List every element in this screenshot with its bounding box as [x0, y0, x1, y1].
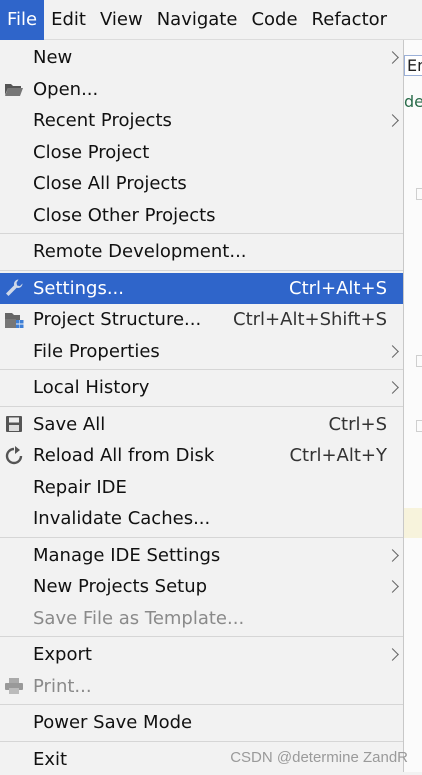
- menu-separator: [0, 741, 403, 742]
- menubar-view[interactable]: View: [93, 0, 150, 40]
- menu-item-new-projects-setup[interactable]: New Projects Setup: [0, 571, 403, 603]
- menu-item-label: Remote Development...: [33, 241, 247, 262]
- folder-open-icon: [4, 79, 24, 99]
- highlight-strip: [404, 508, 422, 538]
- menu-item-label: File Properties: [33, 341, 160, 362]
- menu-item-project-structure[interactable]: Project Structure... Ctrl+Alt+Shift+S: [0, 304, 403, 336]
- menu-item-label: Close All Projects: [33, 173, 187, 194]
- menu-separator: [0, 369, 403, 370]
- menu-item-save-file-as-template: Save File as Template...: [0, 603, 403, 635]
- menu-item-recent-projects[interactable]: Recent Projects: [0, 105, 403, 137]
- menu-item-close-project[interactable]: Close Project: [0, 137, 403, 169]
- gutter-mark: [416, 188, 422, 200]
- menu-item-label: Reload All from Disk: [33, 445, 214, 466]
- menu-item-label: Local History: [33, 377, 149, 398]
- menu-item-label: Open...: [33, 79, 98, 100]
- menubar-refactor[interactable]: Refactor: [305, 0, 395, 40]
- reload-icon: [4, 446, 24, 466]
- shortcut-label: Ctrl+Alt+Shift+S: [233, 309, 387, 330]
- menu-item-label: New: [33, 47, 72, 68]
- menu-item-save-all[interactable]: Save All Ctrl+S: [0, 409, 403, 441]
- submenu-arrow-icon: [386, 648, 399, 661]
- menu-item-label: Project Structure...: [33, 309, 201, 330]
- menu-item-invalidate-caches[interactable]: Invalidate Caches...: [0, 503, 403, 535]
- shortcut-label: Ctrl+S: [328, 414, 387, 435]
- gutter-mark: [416, 420, 422, 432]
- menu-item-close-other-projects[interactable]: Close Other Projects: [0, 200, 403, 232]
- menu-item-close-all-projects[interactable]: Close All Projects: [0, 168, 403, 200]
- submenu-arrow-icon: [386, 580, 399, 593]
- menu-item-power-save-mode[interactable]: Power Save Mode: [0, 707, 403, 739]
- menu-item-export[interactable]: Export: [0, 639, 403, 671]
- menu-item-label: Print...: [33, 676, 92, 697]
- menu-item-label: Settings...: [33, 278, 124, 299]
- menu-separator: [0, 704, 403, 705]
- file-menu: New Open... Recent Projects Close Projec…: [0, 40, 404, 772]
- gutter-mark: [416, 355, 422, 367]
- menu-item-file-properties[interactable]: File Properties: [0, 336, 403, 368]
- shortcut-label: Ctrl+Alt+S: [289, 278, 387, 299]
- menu-item-label: New Projects Setup: [33, 576, 207, 597]
- menu-item-remote-development[interactable]: Remote Development...: [0, 236, 403, 268]
- menu-separator: [0, 636, 403, 637]
- project-structure-icon: [4, 310, 24, 330]
- menu-item-local-history[interactable]: Local History: [0, 372, 403, 404]
- menu-item-label: Close Other Projects: [33, 205, 216, 226]
- menu-item-open[interactable]: Open...: [0, 74, 403, 106]
- submenu-arrow-icon: [386, 381, 399, 394]
- menu-item-label: Power Save Mode: [33, 712, 192, 733]
- menu-item-print: Print...: [0, 671, 403, 703]
- menu-item-label: Invalidate Caches...: [33, 508, 210, 529]
- submenu-arrow-icon: [386, 114, 399, 127]
- menu-item-label: Export: [33, 644, 92, 665]
- shortcut-label: Ctrl+Alt+Y: [289, 445, 387, 466]
- menu-separator: [0, 233, 403, 234]
- submenu-arrow-icon: [386, 549, 399, 562]
- menu-separator: [0, 406, 403, 407]
- menu-item-reload-all[interactable]: Reload All from Disk Ctrl+Alt+Y: [0, 440, 403, 472]
- background-editor: Em de: [404, 40, 422, 772]
- menubar-edit[interactable]: Edit: [44, 0, 93, 40]
- menu-item-label: Save All: [33, 414, 105, 435]
- menu-item-label: Save File as Template...: [33, 608, 244, 629]
- menu-item-new[interactable]: New: [0, 42, 403, 74]
- save-icon: [4, 414, 24, 434]
- menu-item-label: Exit: [33, 749, 67, 770]
- menubar-file[interactable]: File: [0, 0, 44, 40]
- menu-separator: [0, 537, 403, 538]
- menu-item-settings[interactable]: Settings... Ctrl+Alt+S: [0, 273, 403, 305]
- menu-item-label: Close Project: [33, 142, 149, 163]
- background-text-fragment: de: [404, 92, 422, 111]
- menu-item-label: Manage IDE Settings: [33, 545, 220, 566]
- menu-item-manage-ide-settings[interactable]: Manage IDE Settings: [0, 540, 403, 572]
- menu-bar: File Edit View Navigate Code Refactor: [0, 0, 422, 40]
- submenu-arrow-icon: [386, 345, 399, 358]
- menubar-navigate[interactable]: Navigate: [150, 0, 245, 40]
- menu-item-label: Repair IDE: [33, 477, 127, 498]
- watermark: CSDN @determine ZandR: [230, 749, 408, 766]
- wrench-icon: [4, 278, 24, 298]
- background-tab-fragment: Em: [404, 55, 422, 76]
- menu-item-repair-ide[interactable]: Repair IDE: [0, 472, 403, 504]
- menubar-code[interactable]: Code: [244, 0, 304, 40]
- submenu-arrow-icon: [386, 51, 399, 64]
- printer-icon: [4, 676, 24, 696]
- menu-item-label: Recent Projects: [33, 110, 172, 131]
- menu-separator: [0, 270, 403, 271]
